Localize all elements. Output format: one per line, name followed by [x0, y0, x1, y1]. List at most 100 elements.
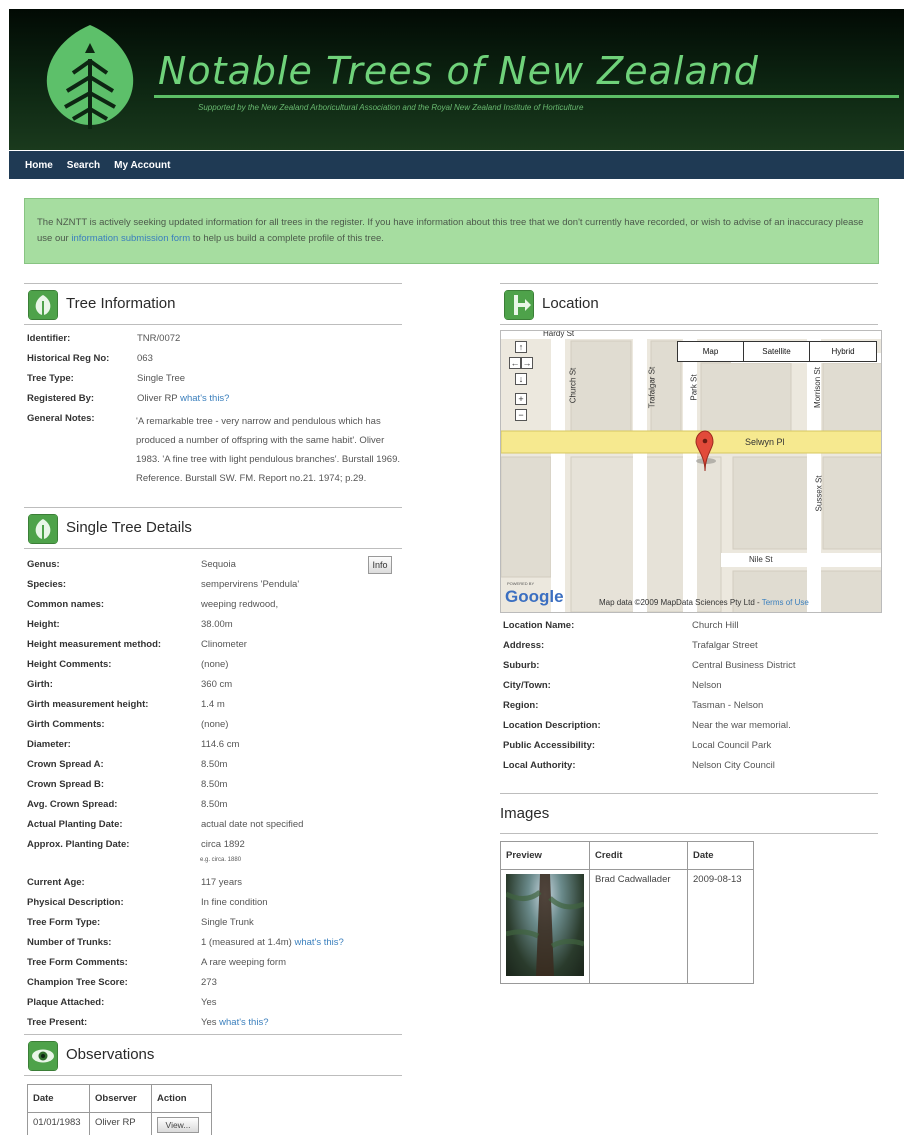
whats-this-link[interactable]: what's this?: [219, 1017, 268, 1028]
row-value: 1 (measured at 1.4m) what's this?: [201, 937, 344, 948]
row-label: General Notes:: [27, 413, 95, 424]
main-nav: Home Search My Account: [9, 151, 904, 179]
zoom-out-icon[interactable]: −: [515, 409, 527, 421]
city-row: City/Town: Nelson: [503, 680, 881, 700]
girth-height-row: Girth measurement height: 1.4 m: [27, 699, 405, 719]
location-map[interactable]: Hardy St Church St Trafalgar St Park St …: [500, 330, 882, 613]
image-credit: Brad Cadwallader: [589, 869, 688, 984]
row-value: 114.6 cm: [201, 739, 240, 750]
number-of-trunks-row: Number of Trunks: 1 (measured at 1.4m) wh…: [27, 937, 405, 957]
row-value: TNR/0072: [137, 333, 181, 344]
row-value: 273: [201, 977, 217, 988]
map-type-hybrid-button[interactable]: Hybrid: [810, 342, 876, 361]
view-button[interactable]: View...: [157, 1117, 199, 1133]
map-type-map-button[interactable]: Map: [678, 342, 744, 361]
row-label: City/Town:: [503, 680, 551, 691]
nav-home-link[interactable]: Home: [25, 160, 53, 171]
tree-photo-thumbnail[interactable]: [506, 874, 584, 976]
preview-cell: [500, 869, 590, 984]
whats-this-link[interactable]: what's this?: [180, 393, 229, 404]
street-label-morrison: Morrison St: [812, 367, 822, 408]
site-subtitle: Supported by the New Zealand Arboricultu…: [198, 103, 584, 112]
address-row: Address: Trafalgar Street: [503, 640, 881, 660]
observations-title: Observations: [66, 1046, 155, 1063]
location-name-row: Location Name: Church Hill: [503, 620, 881, 640]
row-value: sempervirens 'Pendula': [201, 579, 300, 590]
suburb-row: Suburb: Central Business District: [503, 660, 881, 680]
row-value: A rare weeping form: [201, 957, 287, 968]
info-submission-link[interactable]: information submission form: [71, 233, 190, 244]
tree-information-header: Tree Information: [24, 283, 402, 325]
row-value: 38.00m: [201, 619, 233, 630]
street-label-church: Church St: [568, 367, 578, 404]
nav-my-account-link[interactable]: My Account: [114, 160, 170, 171]
pan-right-icon[interactable]: →: [521, 357, 533, 369]
row-label: Common names:: [27, 599, 105, 610]
tree-leaf-logo-icon[interactable]: [33, 21, 147, 133]
whats-this-link[interactable]: what's this?: [294, 937, 343, 948]
observations-header: Observations: [24, 1034, 402, 1076]
tree-icon: [28, 290, 58, 320]
location-details-list: Location Name: Church Hill Address: Trafal…: [503, 620, 881, 780]
street-label-trafalgar: Trafalgar St: [647, 366, 657, 409]
table-row: Brad Cadwallader 2009-08-13: [500, 869, 754, 984]
public-accessibility-row: Public Accessibility: Local Council Park: [503, 740, 881, 760]
row-label: Tree Form Comments:: [27, 957, 128, 968]
street-label-hardy: Hardy St: [543, 330, 575, 338]
identifier-row: Identifier: TNR/0072: [27, 333, 405, 353]
row-value: actual date not specified: [201, 819, 304, 830]
single-tree-details-list: Genus: Sequoia Species: sempervirens 'Pend…: [27, 559, 405, 1037]
images-title: Images: [500, 805, 550, 822]
location-description-row: Location Description: Near the war memori…: [503, 720, 881, 740]
street-label-sussex: Sussex St: [814, 475, 824, 512]
site-header: Notable Trees of New Zealand Supported b…: [9, 9, 904, 150]
column-header: Credit: [589, 841, 688, 870]
row-label: Identifier:: [27, 333, 71, 344]
observation-date: 01/01/1983: [27, 1112, 90, 1135]
row-value: 063: [137, 353, 153, 364]
pan-down-icon[interactable]: ↓: [515, 373, 527, 385]
row-value: Yes: [201, 997, 217, 1008]
row-label: Region:: [503, 700, 539, 711]
champion-score-row: Champion Tree Score: 273: [27, 977, 405, 997]
map-type-satellite-button[interactable]: Satellite: [744, 342, 810, 361]
trunks-value: 1 (measured at 1.4m): [201, 937, 292, 948]
local-authority-row: Local Authority: Nelson City Council: [503, 760, 881, 780]
registered-by-value: Oliver RP: [137, 393, 178, 404]
terms-of-use-link[interactable]: Terms of Use: [762, 598, 809, 607]
row-label: Number of Trunks:: [27, 937, 112, 948]
row-value: 8.50m: [201, 779, 228, 790]
pan-left-icon[interactable]: ←: [509, 357, 521, 369]
row-value: 117 years: [201, 877, 243, 888]
height-comments-row: Height Comments: (none): [27, 659, 405, 679]
row-value: Oliver RP what's this?: [137, 393, 229, 404]
avg-crown-spread-row: Avg. Crown Spread: 8.50m: [27, 799, 405, 819]
image-date: 2009-08-13: [687, 869, 754, 984]
map-data-text: Map data ©2009 MapData Sciences Pty Ltd …: [599, 598, 762, 607]
powered-by-label: POWERED BY: [507, 581, 535, 586]
single-tree-details-header: Single Tree Details: [24, 507, 402, 549]
row-value: Yes what's this?: [201, 1017, 268, 1028]
tree-form-type-row: Tree Form Type: Single Trunk: [27, 917, 405, 937]
row-value: Trafalgar Street: [692, 640, 758, 651]
species-row: Species: sempervirens 'Pendula': [27, 579, 405, 599]
row-label: Crown Spread B:: [27, 779, 105, 790]
pan-up-icon[interactable]: ↑: [515, 341, 527, 353]
row-value: Sequoia: [201, 559, 236, 570]
row-label: Diameter:: [27, 739, 71, 750]
row-value: Single Tree: [137, 373, 186, 384]
observations-table: Date Observer Action 01/01/1983 Oliver R…: [27, 1084, 212, 1135]
row-value: Nelson City Council: [692, 760, 775, 771]
height-method-row: Height measurement method: Clinometer: [27, 639, 405, 659]
row-value: Clinometer: [201, 639, 247, 650]
google-logo[interactable]: Google: [505, 587, 564, 607]
row-label: Approx. Planting Date:: [27, 839, 130, 850]
nav-search-link[interactable]: Search: [67, 160, 100, 171]
row-value: Local Council Park: [692, 740, 772, 751]
map-attribution: Map data ©2009 MapData Sciences Pty Ltd …: [599, 598, 809, 607]
plaque-attached-row: Plaque Attached: Yes: [27, 997, 405, 1017]
zoom-in-icon[interactable]: +: [515, 393, 527, 405]
row-label: Height Comments:: [27, 659, 112, 670]
row-value: Central Business District: [692, 660, 796, 671]
row-value: (none): [201, 659, 229, 670]
